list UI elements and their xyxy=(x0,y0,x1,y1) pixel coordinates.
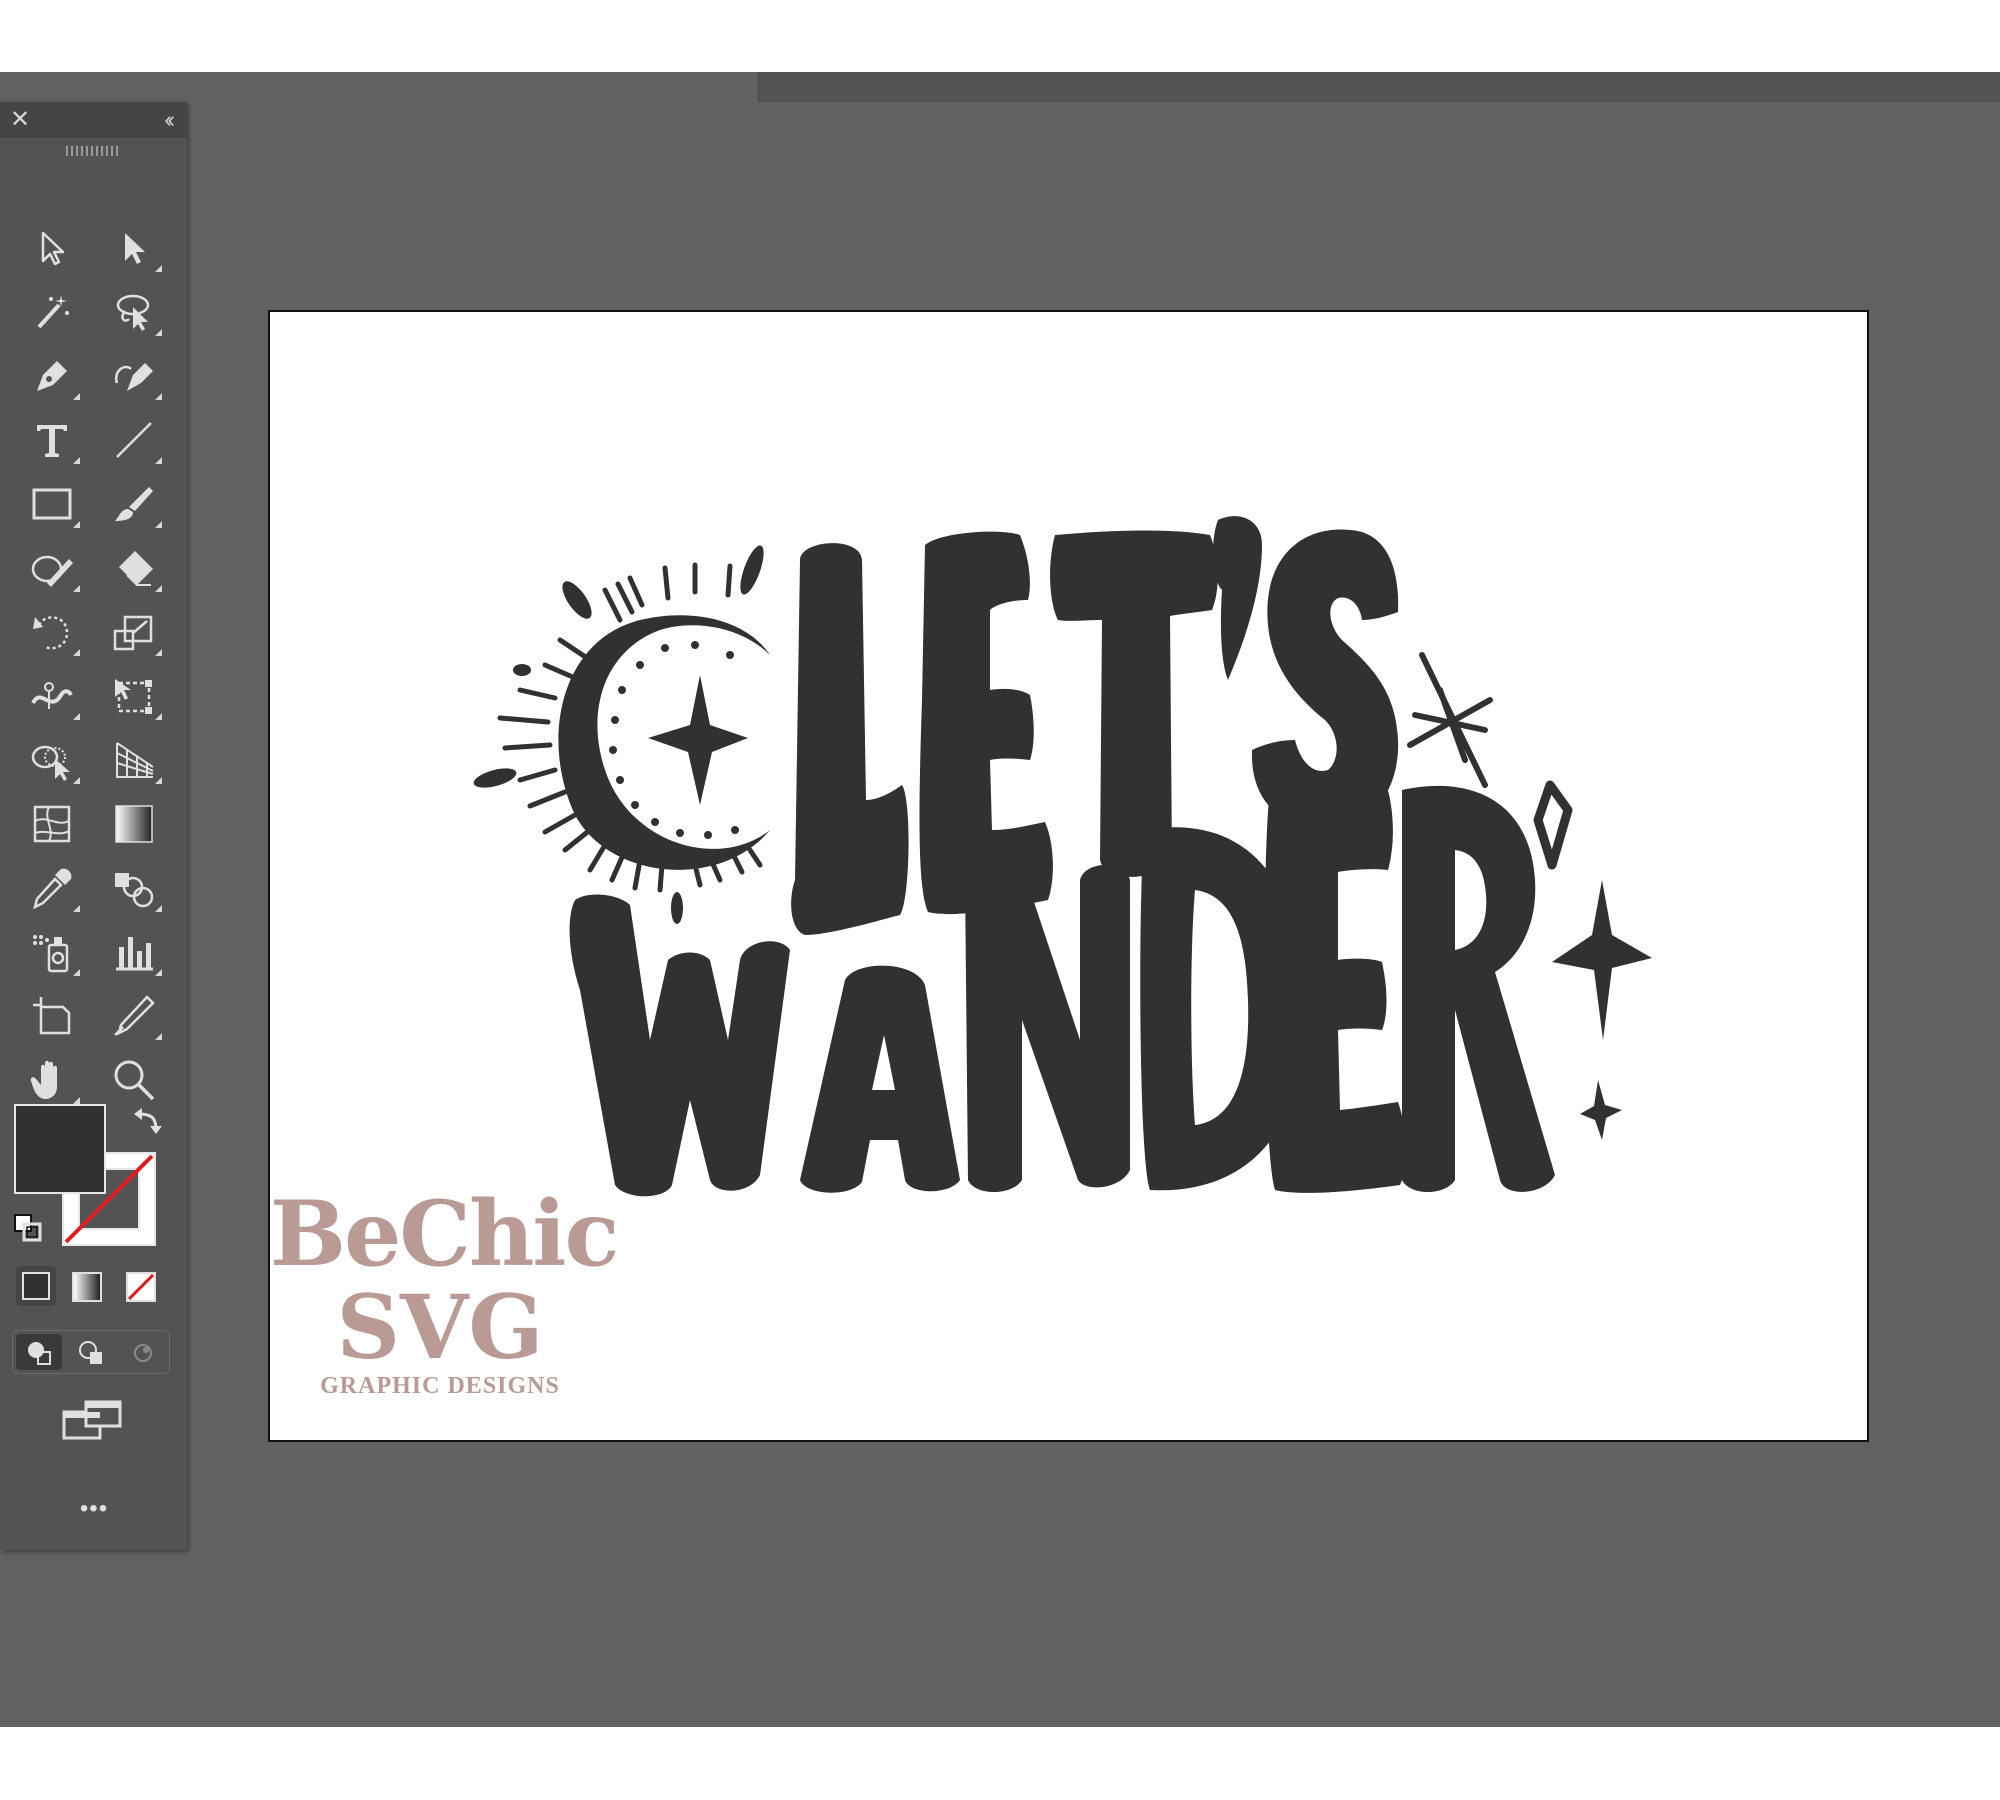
zoom-tool-icon xyxy=(114,1060,155,1101)
artboard-tool[interactable] xyxy=(22,988,82,1044)
blend-tool-icon xyxy=(115,873,154,908)
rectangle-tool-icon xyxy=(32,488,72,520)
draw-normal-button[interactable] xyxy=(16,1334,62,1370)
line-segment-tool[interactable] xyxy=(104,412,164,468)
panel-grip-handle[interactable] xyxy=(66,146,118,156)
none-icon xyxy=(128,1274,154,1300)
swap-fill-stroke-icon[interactable] xyxy=(132,1108,162,1138)
direct-selection-tool[interactable] xyxy=(104,220,164,276)
type-tool[interactable] xyxy=(22,412,82,468)
pen-tool[interactable] xyxy=(22,348,82,404)
direct-selection-tool-icon xyxy=(125,233,145,264)
eyedropper-tool-icon xyxy=(33,868,72,910)
watermark-tagline: GRAPHIC DESIGNS xyxy=(320,1373,560,1399)
selection-tool[interactable] xyxy=(22,220,82,276)
slice-tool-icon xyxy=(114,995,155,1036)
symbol-sprayer-tool[interactable] xyxy=(22,924,82,980)
lasso-tool-icon xyxy=(116,294,150,331)
hand-tool[interactable] xyxy=(22,1052,82,1108)
paintbrush-tool[interactable] xyxy=(104,476,164,532)
free-transform-tool[interactable] xyxy=(104,668,164,724)
scale-tool-icon xyxy=(113,615,153,651)
tools-panel-header[interactable]: ✕ ‹‹ xyxy=(0,102,187,138)
magic-wand-tool-icon xyxy=(37,295,69,329)
shape-builder-tool-icon xyxy=(31,745,70,781)
curvature-tool-icon xyxy=(114,363,153,391)
paintbrush-tool-icon xyxy=(115,487,153,521)
fill-swatch-overlay xyxy=(14,1104,106,1194)
edit-toolbar-more[interactable]: ••• xyxy=(66,1494,122,1524)
shape-builder-tool[interactable] xyxy=(22,732,82,788)
gradient-mode-button[interactable] xyxy=(72,1272,102,1302)
artboard-tool-icon xyxy=(33,997,71,1035)
shaper-tool[interactable] xyxy=(22,540,82,596)
watermark-brand: BeChic xyxy=(270,1181,619,1287)
lasso-tool[interactable] xyxy=(104,284,164,340)
gradient-tool[interactable] xyxy=(104,796,164,852)
none-mode-button[interactable] xyxy=(126,1272,156,1302)
magic-wand-tool[interactable] xyxy=(22,284,82,340)
free-transform-tool-icon xyxy=(115,679,152,714)
tools-panel: ✕ ‹‹ ••• xyxy=(0,102,187,1550)
watermark-svg-text: SVG xyxy=(336,1275,544,1379)
hand-tool-icon xyxy=(30,1060,57,1099)
draw-inside-icon xyxy=(134,1344,152,1362)
draw-normal-icon xyxy=(28,1342,51,1365)
color-mode-button[interactable] xyxy=(16,1266,56,1306)
perspective-grid-tool-icon xyxy=(116,742,154,778)
zoom-tool[interactable] xyxy=(104,1052,164,1108)
shaper-tool-icon xyxy=(31,555,73,587)
draw-inside-button[interactable] xyxy=(120,1334,166,1370)
close-icon[interactable]: ✕ xyxy=(10,106,30,134)
width-tool[interactable] xyxy=(22,668,82,724)
rectangle-tool[interactable] xyxy=(22,476,82,532)
type-tool-icon xyxy=(37,425,67,457)
column-graph-tool[interactable] xyxy=(104,924,164,980)
selection-tool-icon xyxy=(41,231,65,266)
mesh-tool[interactable] xyxy=(22,796,82,852)
gradient-tool-icon xyxy=(115,805,153,843)
rotate-tool[interactable] xyxy=(22,604,82,660)
symbol-sprayer-tool-icon xyxy=(33,935,69,973)
rotate-tool-icon xyxy=(33,616,69,650)
collapse-panel-icon[interactable]: ‹‹ xyxy=(164,106,174,134)
draw-behind-button[interactable] xyxy=(68,1334,114,1370)
column-graph-tool-icon xyxy=(116,937,153,971)
mesh-tool-icon xyxy=(33,805,71,843)
blend-tool[interactable] xyxy=(104,860,164,916)
curvature-tool[interactable] xyxy=(104,348,164,404)
eraser-tool[interactable] xyxy=(104,540,164,596)
slice-tool[interactable] xyxy=(104,988,164,1044)
draw-behind-icon xyxy=(79,1341,102,1364)
scale-tool[interactable] xyxy=(104,604,164,660)
watermark-logo: BeChic SVG GRAPHIC DESIGNS xyxy=(270,1181,619,1426)
width-tool-icon xyxy=(31,682,73,709)
bottom-margin xyxy=(0,1727,2000,1800)
perspective-grid-tool[interactable] xyxy=(104,732,164,788)
line-segment-tool-icon xyxy=(116,422,152,458)
default-fill-stroke-icon[interactable] xyxy=(12,1212,46,1246)
top-control-bar xyxy=(0,72,2000,102)
eyedropper-tool[interactable] xyxy=(22,860,82,916)
eraser-tool-icon xyxy=(119,551,153,586)
change-screen-mode-icon[interactable] xyxy=(62,1398,124,1442)
document-tab-strip[interactable] xyxy=(0,72,759,102)
pen-tool-icon xyxy=(37,361,67,391)
